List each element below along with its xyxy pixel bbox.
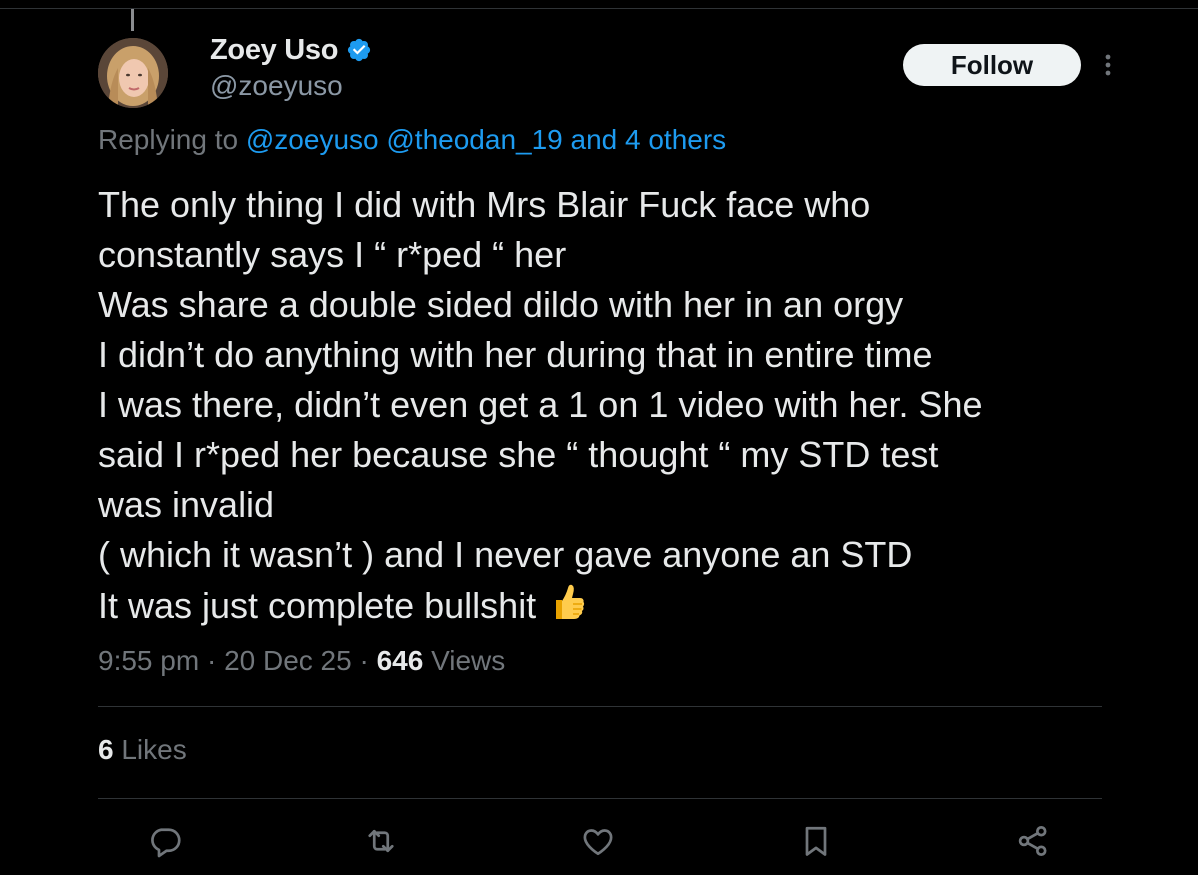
author-display-name[interactable]: Zoey Uso xyxy=(210,34,338,67)
meta-separator: · xyxy=(351,645,377,676)
mention-others-link[interactable]: and 4 others xyxy=(571,124,727,155)
views-label: Views xyxy=(423,645,506,676)
follow-button[interactable]: Follow xyxy=(903,44,1081,86)
tweet-line: The only thing I did with Mrs Blair Fuck… xyxy=(98,184,871,225)
share-icon xyxy=(1015,823,1051,864)
tweet-line: constantly says I “ r*ped “ her xyxy=(98,234,567,275)
tweet-meta: 9:55 pm · 20 Dec 25 · 646 Views xyxy=(98,645,505,677)
tweet-date[interactable]: 20 Dec 25 xyxy=(224,645,352,676)
tweet-line: ( which it wasn’t ) and I never gave any… xyxy=(98,534,913,575)
thumbs-up-icon xyxy=(544,580,588,624)
likes-summary[interactable]: 6 Likes xyxy=(98,734,187,766)
tweet-line: said I r*ped her because she “ thought “… xyxy=(98,434,939,475)
likes-count: 6 xyxy=(98,734,114,765)
tweet-line: Was share a double sided dildo with her … xyxy=(98,284,904,325)
repost-button[interactable] xyxy=(356,818,406,868)
bookmark-icon xyxy=(798,823,834,864)
tweet-last-line: It was just complete bullshit xyxy=(98,580,1108,630)
mention-link-1[interactable]: @zoeyuso xyxy=(246,124,379,155)
repost-icon xyxy=(363,823,399,864)
divider xyxy=(98,706,1102,707)
author-handle[interactable]: @zoeyuso xyxy=(210,70,343,102)
tweet-text: The only thing I did with Mrs Blair Fuck… xyxy=(98,180,1108,630)
like-icon xyxy=(580,823,616,864)
tweet-line: I was there, didn’t even get a 1 on 1 vi… xyxy=(98,384,983,425)
views-count: 646 xyxy=(376,645,424,676)
meta-separator: · xyxy=(199,645,225,676)
action-bar xyxy=(98,818,1102,868)
author-name-row: Zoey Uso xyxy=(210,30,372,70)
reply-prefix: Replying to xyxy=(98,124,246,155)
bookmark-button[interactable] xyxy=(791,818,841,868)
tweet-line: It was just complete bullshit xyxy=(98,585,537,626)
verified-badge-icon xyxy=(346,37,372,63)
reply-context: Replying to @zoeyuso @theodan_19 and 4 o… xyxy=(98,124,726,156)
like-button[interactable] xyxy=(573,818,623,868)
reply-button[interactable] xyxy=(140,818,190,868)
tweet-detail-view: Zoey Uso @zoeyuso Follow Replying to @zo… xyxy=(0,0,1198,875)
avatar[interactable] xyxy=(98,38,168,108)
likes-label: Likes xyxy=(113,734,187,765)
more-vertical-icon[interactable] xyxy=(1097,50,1119,80)
thread-connector-line xyxy=(131,9,134,31)
mention-link-2[interactable]: @theodan_19 xyxy=(386,124,562,155)
top-divider xyxy=(0,8,1198,9)
divider xyxy=(98,798,1102,799)
reply-icon xyxy=(147,823,183,864)
tweet-time[interactable]: 9:55 pm xyxy=(98,645,199,676)
share-button[interactable] xyxy=(1008,818,1058,868)
tweet-line: was invalid xyxy=(98,484,275,525)
tweet-line: I didn’t do anything with her during tha… xyxy=(98,334,933,375)
